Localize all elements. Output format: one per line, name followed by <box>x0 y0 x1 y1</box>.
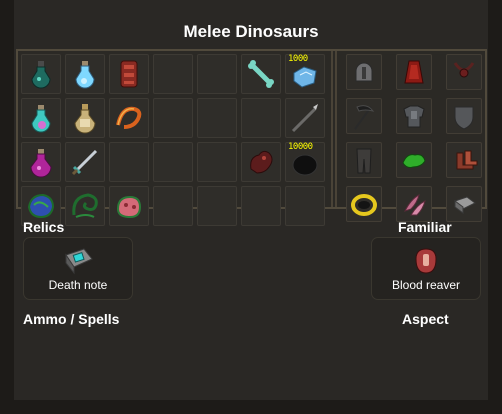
inventory-slot[interactable] <box>197 98 237 138</box>
equipment-slot-cape[interactable] <box>396 54 432 90</box>
item-quantity: 1000 <box>288 54 308 64</box>
boots-icon <box>456 150 478 170</box>
familiar-heading: Familiar <box>398 219 452 235</box>
equipment-grid <box>346 54 482 222</box>
inventory-slot[interactable] <box>153 186 193 226</box>
platelegs-icon <box>356 148 372 174</box>
fire-whip-icon <box>116 106 142 129</box>
inventory-slot[interactable] <box>241 186 281 226</box>
inventory-slot[interactable] <box>109 98 149 138</box>
equipment-slot-neck[interactable] <box>446 54 482 90</box>
equipment-slot-head[interactable] <box>346 54 382 90</box>
pink-potion-icon <box>30 149 52 178</box>
equipment-slot-weapon[interactable] <box>346 98 382 134</box>
platebody-icon <box>403 105 425 128</box>
inventory-slot[interactable] <box>153 142 193 182</box>
green-potion-icon <box>31 61 51 89</box>
green-serpent-icon <box>72 193 98 218</box>
shield-icon <box>454 106 474 130</box>
familiar-card[interactable]: Blood reaver <box>371 237 481 300</box>
equipment-slot-shield[interactable] <box>446 98 482 134</box>
aspect-heading: Aspect <box>402 311 449 327</box>
equipment-slot-body[interactable] <box>396 98 432 134</box>
book-icon <box>454 196 476 214</box>
inventory-slot[interactable] <box>197 186 237 226</box>
inventory-slot[interactable] <box>109 54 149 94</box>
inventory-slot[interactable] <box>241 98 281 138</box>
blue-potion-icon <box>75 61 95 89</box>
equipment-slot-feet[interactable] <box>446 142 482 178</box>
inventory-equipment-divider <box>331 51 337 207</box>
inventory-slot[interactable] <box>197 142 237 182</box>
inventory-slot[interactable]: 10000 <box>285 142 325 182</box>
equipment-slot-pouch[interactable] <box>446 186 482 222</box>
golden-potion-icon <box>74 104 96 134</box>
teal-potion-icon <box>31 105 51 133</box>
pink-claws-icon <box>404 194 426 216</box>
familiar-name: Blood reaver <box>391 278 461 292</box>
ammo-spells-heading: Ammo / Spells <box>23 311 120 327</box>
inventory-slot[interactable] <box>109 142 149 182</box>
amulet-icon <box>453 62 475 78</box>
page-title: Melee Dinosaurs <box>183 22 319 41</box>
inventory-slot[interactable] <box>197 54 237 94</box>
spear-icon <box>291 104 318 133</box>
inventory-slot[interactable] <box>65 98 105 138</box>
blood-reaver-icon <box>415 248 437 274</box>
inventory-grid: 1000 10000 <box>21 54 325 226</box>
inventory-slot[interactable] <box>241 142 281 182</box>
green-gloves-icon <box>402 154 426 168</box>
bone-icon <box>248 60 274 88</box>
red-armour-piece-icon <box>120 60 138 88</box>
inventory-slot[interactable] <box>285 186 325 226</box>
inventory-slot[interactable] <box>21 142 61 182</box>
inventory-slot[interactable] <box>153 54 193 94</box>
inventory-slot[interactable] <box>285 98 325 138</box>
equipment-slot-ammo[interactable] <box>396 186 432 222</box>
item-quantity: 10000 <box>288 142 313 152</box>
inventory-slot[interactable] <box>65 186 105 226</box>
helmet-icon <box>355 62 373 82</box>
inventory-slot[interactable] <box>21 54 61 94</box>
ring-icon <box>351 194 377 216</box>
relic-card[interactable]: Death note <box>23 237 133 300</box>
pink-creature-icon <box>116 195 142 219</box>
inventory-slot[interactable]: 1000 <box>285 54 325 94</box>
equipment-slot-legs[interactable] <box>346 142 382 178</box>
inventory-slot[interactable] <box>65 54 105 94</box>
scythe-weapon-icon <box>354 105 375 130</box>
inventory-slot[interactable] <box>241 54 281 94</box>
inventory-slot[interactable] <box>109 186 149 226</box>
blue-green-herb-icon <box>27 193 55 219</box>
equipment-slot-hands[interactable] <box>396 142 432 178</box>
inventory-slot[interactable] <box>21 98 61 138</box>
red-creature-icon <box>250 150 273 174</box>
red-cape-icon <box>404 60 424 84</box>
inventory-slot[interactable] <box>153 98 193 138</box>
relic-name: Death note <box>48 278 108 292</box>
relics-heading: Relics <box>23 219 65 235</box>
death-note-icon <box>65 248 93 275</box>
inventory-slot[interactable] <box>65 142 105 182</box>
sword-icon <box>71 149 98 176</box>
equipment-slot-ring[interactable] <box>346 186 382 222</box>
